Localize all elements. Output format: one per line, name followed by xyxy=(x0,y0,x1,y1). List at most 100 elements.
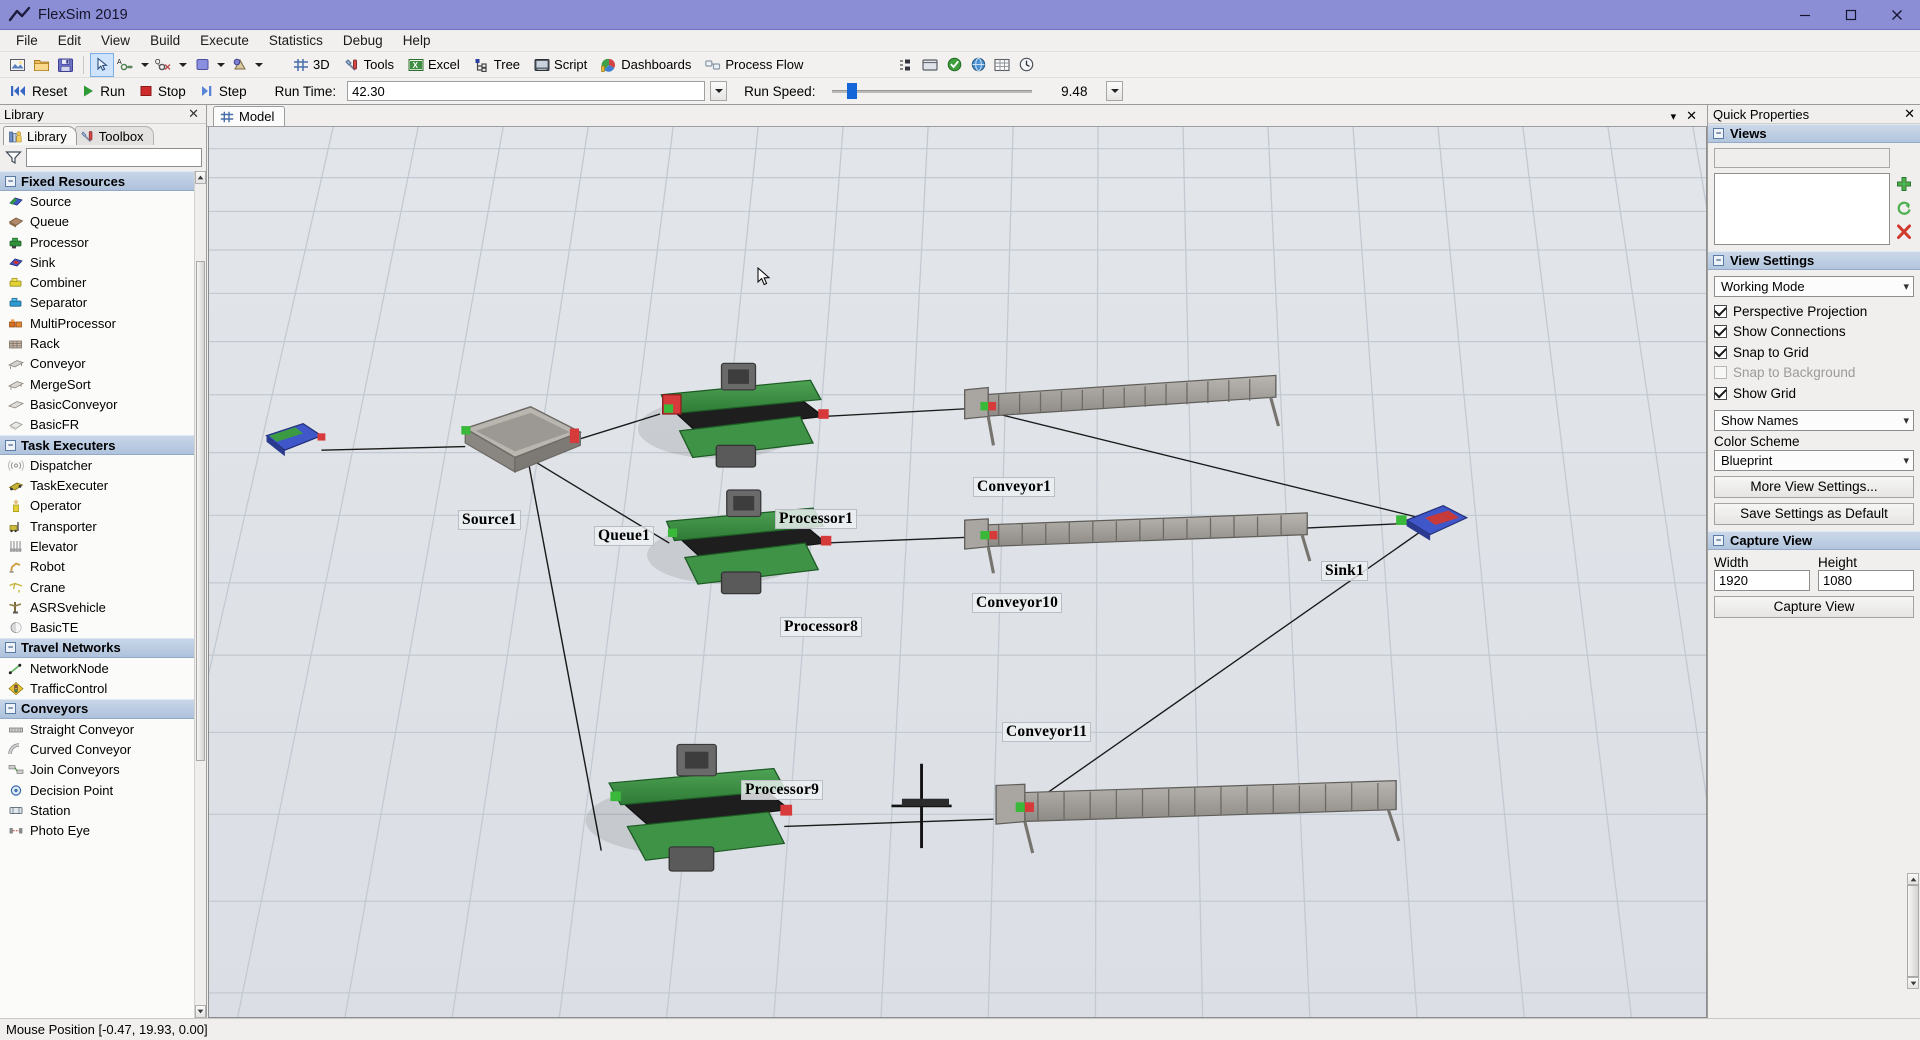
toolbar-3d-button[interactable]: 3D xyxy=(287,54,336,76)
lib-item-join-conveyors[interactable]: Join Conveyors xyxy=(0,760,194,780)
run-speed-slider[interactable] xyxy=(832,83,1033,99)
lib-item-taskexecuter[interactable]: TaskExecuter xyxy=(0,475,194,495)
checkbox-box[interactable] xyxy=(1714,345,1727,359)
collapse-icon[interactable]: − xyxy=(1713,534,1724,546)
capture-width-input[interactable] xyxy=(1714,569,1810,591)
scroll-down-arrow-icon[interactable] xyxy=(195,1005,206,1018)
chevron-down-icon-disconnect[interactable] xyxy=(177,54,189,76)
library-scrollbar[interactable] xyxy=(194,171,206,1018)
close-icon[interactable]: ✕ xyxy=(1904,106,1915,122)
lib-item-conveyor[interactable]: Conveyor xyxy=(0,354,194,374)
panel-close-icon[interactable]: ✕ xyxy=(1686,108,1697,124)
menu-view[interactable]: View xyxy=(91,31,140,50)
delete-view-button[interactable] xyxy=(1894,222,1913,241)
scroll-down-arrow-icon[interactable] xyxy=(1907,977,1919,989)
maximize-button[interactable] xyxy=(1828,0,1874,30)
stop-button[interactable]: Stop xyxy=(135,80,193,102)
menu-debug[interactable]: Debug xyxy=(333,31,393,50)
library-list[interactable]: − Fixed Resources Source Queue Processor xyxy=(0,171,206,1018)
lib-item-rack[interactable]: Rack xyxy=(0,333,194,353)
lib-item-source[interactable]: Source xyxy=(0,191,194,211)
refresh-view-button[interactable] xyxy=(1894,198,1913,217)
lib-item-basicconveyor[interactable]: BasicConveyor xyxy=(0,394,194,414)
lib-item-operator[interactable]: Operator xyxy=(0,496,194,516)
color-scheme-select[interactable]: Blueprint ▾ xyxy=(1714,449,1914,471)
lib-item-curved-conveyor[interactable]: Curved Conveyor xyxy=(0,739,194,759)
close-button[interactable] xyxy=(1874,0,1920,30)
menu-file[interactable]: File xyxy=(6,31,48,50)
open-folder-button[interactable] xyxy=(30,54,52,76)
step-button[interactable]: Step xyxy=(196,80,254,102)
chevron-down-icon-connect[interactable] xyxy=(139,54,151,76)
library-group-travel-networks[interactable]: − Travel Networks xyxy=(0,637,194,659)
lib-item-dispatcher[interactable]: Dispatcher xyxy=(0,455,194,475)
qp-section-views[interactable]: − Views xyxy=(1708,124,1920,143)
collapse-icon[interactable]: − xyxy=(1713,255,1724,266)
library-group-conveyors[interactable]: − Conveyors xyxy=(0,698,194,720)
scroll-up-arrow-icon[interactable] xyxy=(1907,873,1919,885)
collapse-icon[interactable]: − xyxy=(5,175,16,187)
clock-icon[interactable] xyxy=(1015,54,1037,76)
working-mode-select[interactable]: Working Mode ▾ xyxy=(1714,276,1914,297)
menu-statistics[interactable]: Statistics xyxy=(259,31,333,50)
collapse-icon[interactable]: − xyxy=(5,642,16,654)
tab-library[interactable]: Library xyxy=(3,126,77,145)
reset-button[interactable]: Reset xyxy=(6,80,74,102)
chevron-down-icon-color[interactable] xyxy=(215,54,227,76)
lib-item-crane[interactable]: Crane xyxy=(0,577,194,597)
globe-icon[interactable] xyxy=(967,54,989,76)
show-names-select[interactable]: Show Names ▾ xyxy=(1714,409,1914,431)
lib-item-mergesort[interactable]: MergeSort xyxy=(0,374,194,394)
menu-edit[interactable]: Edit xyxy=(48,31,91,50)
chevron-down-icon-view[interactable] xyxy=(253,54,265,76)
disconnect-q-icon[interactable]: Q xyxy=(153,54,175,76)
lib-item-queue[interactable]: Queue xyxy=(0,212,194,232)
menu-build[interactable]: Build xyxy=(140,31,190,50)
close-icon[interactable]: ✕ xyxy=(185,106,202,122)
run-time-dropdown-button[interactable] xyxy=(710,81,728,101)
color-swatch-icon[interactable] xyxy=(191,54,213,76)
lib-item-photo-eye[interactable]: Photo Eye xyxy=(0,821,194,841)
lib-item-networknode[interactable]: NetworkNode xyxy=(0,658,194,678)
qp-section-view-settings[interactable]: − View Settings xyxy=(1708,251,1920,270)
capture-height-input[interactable] xyxy=(1818,569,1914,591)
lib-item-basicte[interactable]: BasicTE xyxy=(0,618,194,638)
model-3d-viewport[interactable]: Source1 Queue1 Processor1 Conveyor1 Proc… xyxy=(208,127,1707,1018)
run-time-input[interactable] xyxy=(347,81,706,101)
toolbar-dashboards-button[interactable]: Dashboards xyxy=(595,54,697,76)
lib-item-station[interactable]: Station xyxy=(0,800,194,820)
view-tool-icon[interactable] xyxy=(229,54,251,76)
minimize-button[interactable] xyxy=(1782,0,1828,30)
model-3d-canvas[interactable] xyxy=(209,127,1706,1017)
toolbar-excel-button[interactable]: X Excel xyxy=(402,54,466,76)
checkbox-show-grid[interactable]: Show Grid xyxy=(1714,383,1914,404)
menu-execute[interactable]: Execute xyxy=(190,31,259,50)
save-settings-default-button[interactable]: Save Settings as Default xyxy=(1714,502,1914,525)
view-name-field[interactable] xyxy=(1714,148,1890,168)
library-group-fixed-resources[interactable]: − Fixed Resources xyxy=(0,171,194,192)
new-model-button[interactable] xyxy=(6,54,28,76)
qp-section-capture-view[interactable]: − Capture View xyxy=(1708,530,1920,550)
add-view-button[interactable] xyxy=(1894,174,1913,193)
lib-item-multiprocessor[interactable]: MultiProcessor xyxy=(0,313,194,333)
menu-help[interactable]: Help xyxy=(393,31,441,50)
checkbox-box[interactable] xyxy=(1714,325,1727,339)
panel-minimize-icon[interactable]: ▾ xyxy=(1671,110,1677,123)
views-list[interactable] xyxy=(1714,173,1890,245)
lib-item-combiner[interactable]: Combiner xyxy=(0,272,194,292)
run-speed-dropdown-button[interactable] xyxy=(1106,81,1124,101)
table-icon[interactable] xyxy=(991,54,1013,76)
collapse-icon[interactable]: − xyxy=(5,439,16,451)
scroll-up-arrow-icon[interactable] xyxy=(195,171,206,184)
checkbox-box[interactable] xyxy=(1714,386,1727,400)
capture-view-button[interactable]: Capture View xyxy=(1714,595,1914,618)
library-scroll-thumb[interactable] xyxy=(196,261,205,761)
lib-item-asrsvehicle[interactable]: ASRSvehicle xyxy=(0,597,194,617)
save-disk-button[interactable] xyxy=(54,54,76,76)
toolbar-tools-button[interactable]: Tools xyxy=(338,54,400,76)
tab-model[interactable]: Model xyxy=(213,106,286,126)
toolbar-script-button[interactable]: Script xyxy=(528,54,593,76)
library-group-task-executers[interactable]: − Task Executers xyxy=(0,434,194,456)
toolbar-tree-button[interactable]: Tree xyxy=(468,54,526,76)
more-view-settings-button[interactable]: More View Settings... xyxy=(1714,475,1914,498)
